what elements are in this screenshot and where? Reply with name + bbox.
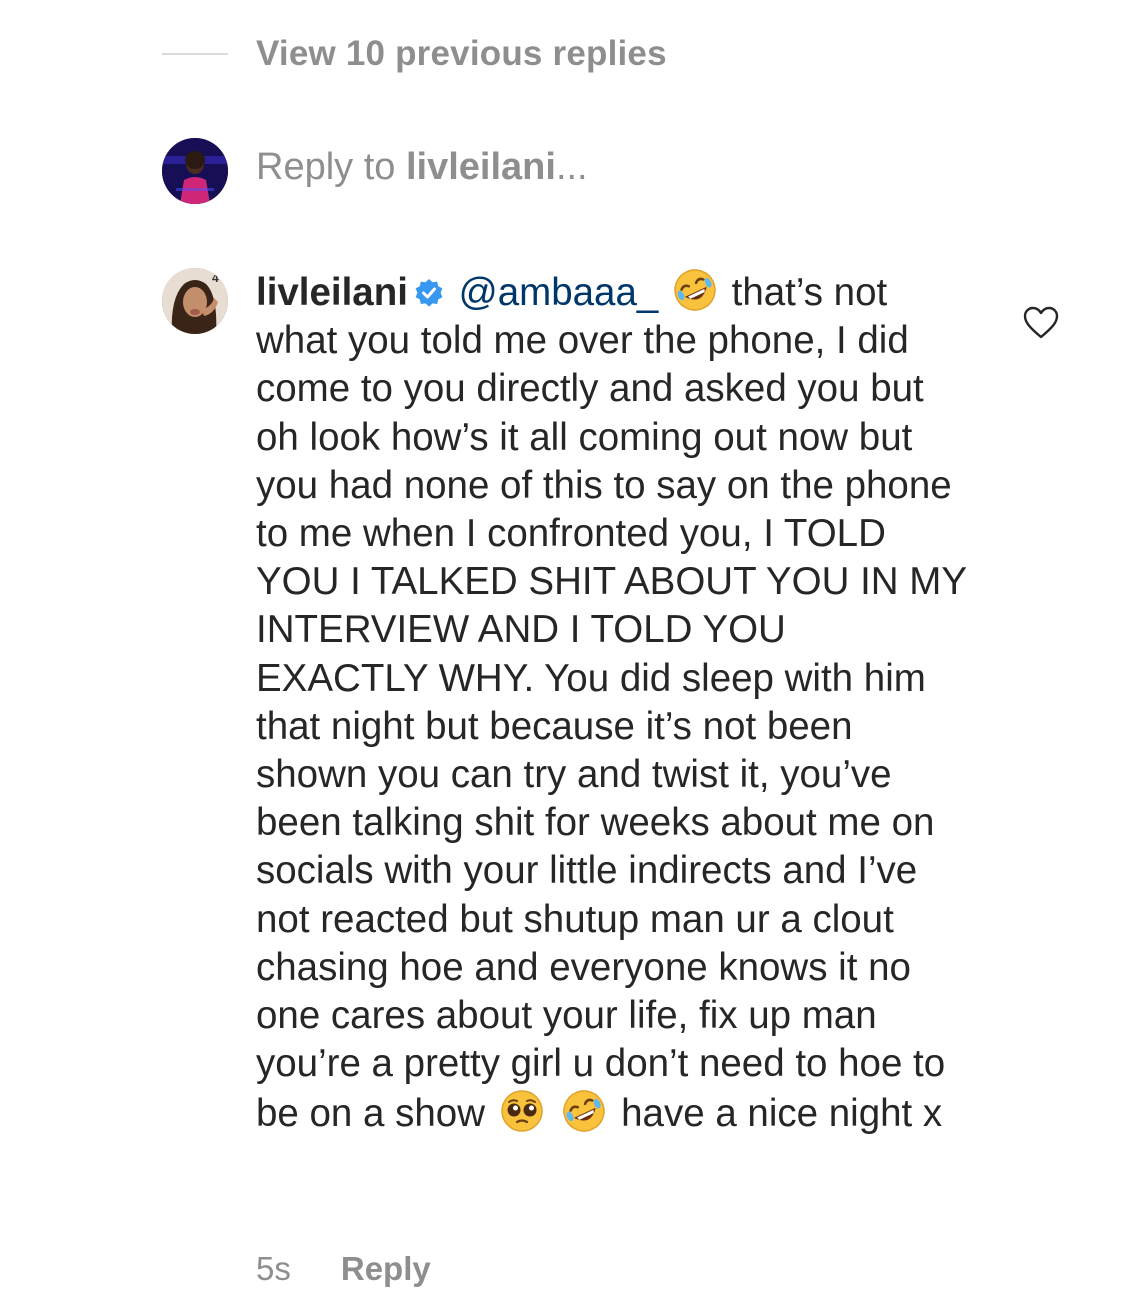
comment-text-part-1: that’s not what you told me over the pho… — [256, 271, 967, 1136]
reply-button[interactable]: Reply — [341, 1250, 431, 1288]
comment-mention-link[interactable]: @ambaaa_ — [459, 271, 659, 314]
commenter-avatar[interactable]: 4 — [162, 268, 228, 334]
rolling-on-floor-laughing-icon — [674, 269, 716, 311]
reply-input-username: livleilani — [405, 146, 556, 188]
reply-input[interactable]: Reply to livleilani... — [256, 146, 588, 189]
commenter-avatar-image: 4 — [162, 268, 228, 334]
heart-outline-icon[interactable] — [1023, 306, 1059, 340]
rolling-on-floor-laughing-icon — [563, 1090, 606, 1133]
reply-input-ellipsis: ... — [555, 146, 588, 188]
comment-meta: 5s Reply — [256, 1250, 431, 1288]
verified-badge-icon — [415, 279, 443, 307]
thread-divider-line — [162, 53, 228, 55]
comment-text-part-2: have a nice night x — [610, 1092, 943, 1136]
reply-input-prefix: Reply to — [256, 146, 406, 188]
svg-text:4: 4 — [212, 271, 219, 285]
current-user-avatar-image — [162, 138, 228, 204]
view-previous-replies-button[interactable]: View 10 previous replies — [162, 30, 667, 78]
pleading-face-icon — [500, 1090, 543, 1133]
view-previous-replies-label: View 10 previous replies — [256, 34, 667, 73]
comment-timestamp: 5s — [256, 1250, 291, 1287]
current-user-avatar — [162, 138, 228, 204]
comment-username[interactable]: livleilani — [256, 271, 408, 314]
comment-text: livleilani @ambaaa_ that’s not what you … — [256, 267, 968, 1139]
